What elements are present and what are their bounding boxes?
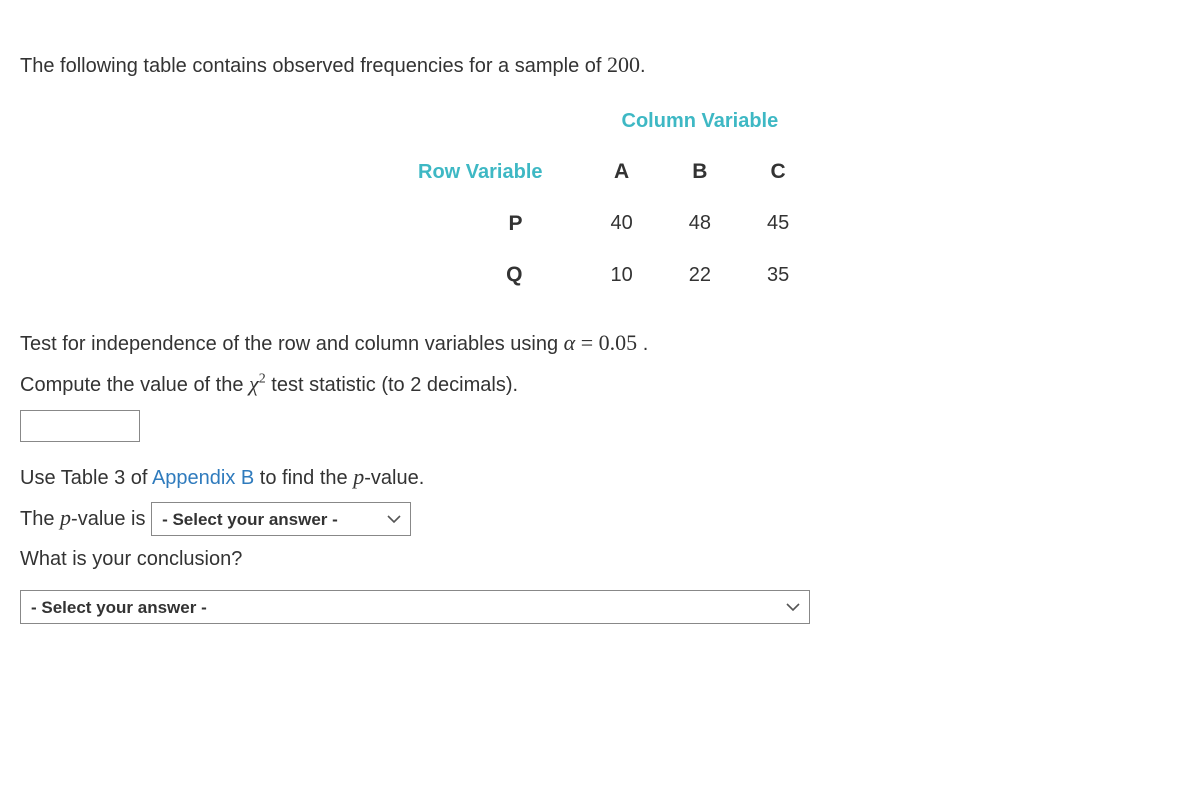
col-header-b: B: [661, 146, 739, 198]
frequency-table: Column Variable Row Variable A B C P 40 …: [390, 96, 817, 301]
cell-p-a: 40: [583, 198, 661, 250]
q1-suffix: .: [637, 333, 648, 355]
q3-suffix: -value.: [364, 467, 424, 489]
q3-prefix: Use Table 3 of: [20, 467, 152, 489]
col-header-a: A: [583, 146, 661, 198]
q2-prefix: Compute the value of the: [20, 374, 249, 396]
intro-prefix: The following table contains observed fr…: [20, 55, 607, 77]
appendix-b-link[interactable]: Appendix B: [152, 467, 254, 489]
cell-p-c: 45: [739, 198, 817, 250]
table-blank: [390, 96, 583, 146]
chevron-down-icon: [386, 511, 402, 527]
cell-p-b: 48: [661, 198, 739, 250]
q1-eq: =: [575, 330, 598, 355]
chevron-down-icon: [785, 599, 801, 615]
q4-prefix: The: [20, 508, 60, 530]
chi-square-prompt: Compute the value of the χ2 test statist…: [20, 367, 1180, 400]
alpha-symbol: α: [564, 330, 576, 355]
row-variable-header: Row Variable: [390, 146, 583, 198]
chi-exponent: 2: [259, 371, 266, 386]
question-page: The following table contains observed fr…: [0, 0, 1200, 644]
chi-square-symbol: χ2: [249, 371, 266, 396]
independence-test-text: Test for independence of the row and col…: [20, 326, 1180, 359]
row-header-q: Q: [390, 249, 583, 301]
q3-mid: to find the: [254, 467, 353, 489]
col-header-c: C: [739, 146, 817, 198]
appendix-prompt: Use Table 3 of Appendix B to find the p-…: [20, 460, 1180, 493]
alpha-value: 0.05: [599, 330, 638, 355]
p-value-select[interactable]: - Select your answer -: [151, 502, 411, 536]
intro-sample-size: 200: [607, 52, 640, 77]
chi-square-input[interactable]: [20, 410, 140, 442]
p-var-2: p: [60, 505, 71, 530]
table-row: Row Variable A B C: [390, 146, 817, 198]
q2-suffix: test statistic (to 2 decimals).: [266, 374, 518, 396]
conclusion-select[interactable]: - Select your answer -: [20, 590, 810, 624]
cell-q-c: 35: [739, 249, 817, 301]
p-value-line: The p-value is - Select your answer -: [20, 501, 1180, 537]
row-header-p: P: [390, 198, 583, 250]
conclusion-select-label: - Select your answer -: [31, 595, 207, 621]
intro-text: The following table contains observed fr…: [20, 48, 1180, 81]
cell-q-b: 22: [661, 249, 739, 301]
p-var: p: [353, 464, 364, 489]
table-row: P 40 48 45: [390, 198, 817, 250]
p-value-select-label: - Select your answer -: [162, 507, 338, 533]
table-row: Q 10 22 35: [390, 249, 817, 301]
conclusion-prompt: What is your conclusion?: [20, 544, 1180, 574]
intro-suffix: .: [640, 55, 646, 77]
chi-base: χ: [249, 371, 259, 396]
q4-suffix: -value is: [71, 508, 145, 530]
table-row: Column Variable: [390, 96, 817, 146]
cell-q-a: 10: [583, 249, 661, 301]
q1-prefix: Test for independence of the row and col…: [20, 333, 564, 355]
column-variable-header: Column Variable: [583, 96, 818, 146]
